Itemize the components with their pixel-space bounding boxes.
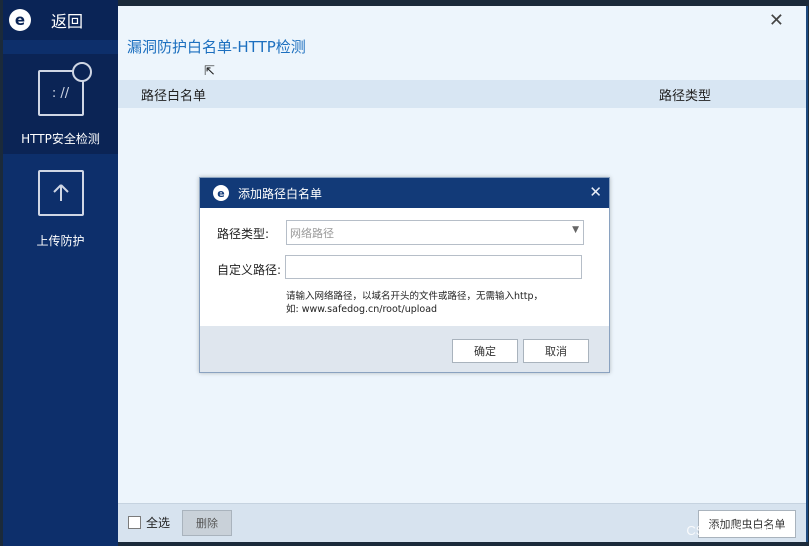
chevron-down-icon: ▼ <box>572 225 579 235</box>
cancel-button[interactable]: 取消 <box>523 339 589 363</box>
path-hint: 请输入网络路径，以域名开头的文件或路径，无需输入http， 如: www.saf… <box>286 290 596 316</box>
custom-path-input[interactable] <box>285 255 582 279</box>
path-type-select[interactable]: 网络路径 ▼ <box>286 220 584 245</box>
back-label: 返回 <box>51 12 84 31</box>
sidebar-item-label: 上传防护 <box>36 234 85 248</box>
watermark: CSDN @IsecNoob <box>686 523 795 538</box>
path-type-label: 路径类型: <box>217 227 270 241</box>
path-hint-line: 如: www.safedog.cn/root/upload <box>286 304 438 315</box>
select-all-checkbox[interactable] <box>128 516 141 529</box>
upload-icon <box>37 170 84 216</box>
dialog-title-bar: e 添加路径白名单 ✕ <box>200 178 609 208</box>
add-path-whitelist-dialog: e 添加路径白名单 ✕ 路径类型: 网络路径 ▼ 自定义路径: 请输入网络路径，… <box>199 177 610 373</box>
dialog-title: 添加路径白名单 <box>238 186 323 201</box>
sidebar-item-upload-protection[interactable]: 上传防护 <box>3 160 118 260</box>
sidebar-item-http-security[interactable]: : // HTTP安全检测 <box>3 54 118 154</box>
back-button[interactable]: e 返回 <box>3 0 118 40</box>
column-path-type: 路径类型 <box>659 88 712 104</box>
sidebar: e 返回 : // HTTP安全检测 上传防护 <box>3 0 118 546</box>
table-header: 路径白名单 路径类型 <box>118 80 806 108</box>
confirm-button[interactable]: 确定 <box>452 339 518 363</box>
page-title: 漏洞防护白名单-HTTP检测 <box>127 38 306 56</box>
mouse-cursor-icon: ⇱ <box>204 64 215 79</box>
http-security-icon-dot <box>71 62 92 82</box>
path-hint-line: 请输入网络路径，以域名开头的文件或路径，无需输入http， <box>286 291 544 302</box>
column-path-whitelist: 路径白名单 <box>141 88 207 104</box>
custom-path-label: 自定义路径: <box>217 263 282 277</box>
path-type-value: 网络路径 <box>290 226 334 240</box>
select-all-label: 全选 <box>146 516 171 530</box>
close-icon[interactable]: ✕ <box>769 10 784 31</box>
safedog-logo-icon: e <box>9 9 31 31</box>
dialog-footer: 确定 取消 <box>200 326 609 372</box>
sidebar-item-label: HTTP安全检测 <box>21 132 100 146</box>
http-icon-glyph: : // <box>51 85 70 101</box>
http-security-icon: : // <box>37 62 92 116</box>
safedog-logo-icon: e <box>213 185 229 201</box>
close-icon[interactable]: ✕ <box>589 183 602 201</box>
delete-button[interactable]: 删除 <box>182 510 232 536</box>
